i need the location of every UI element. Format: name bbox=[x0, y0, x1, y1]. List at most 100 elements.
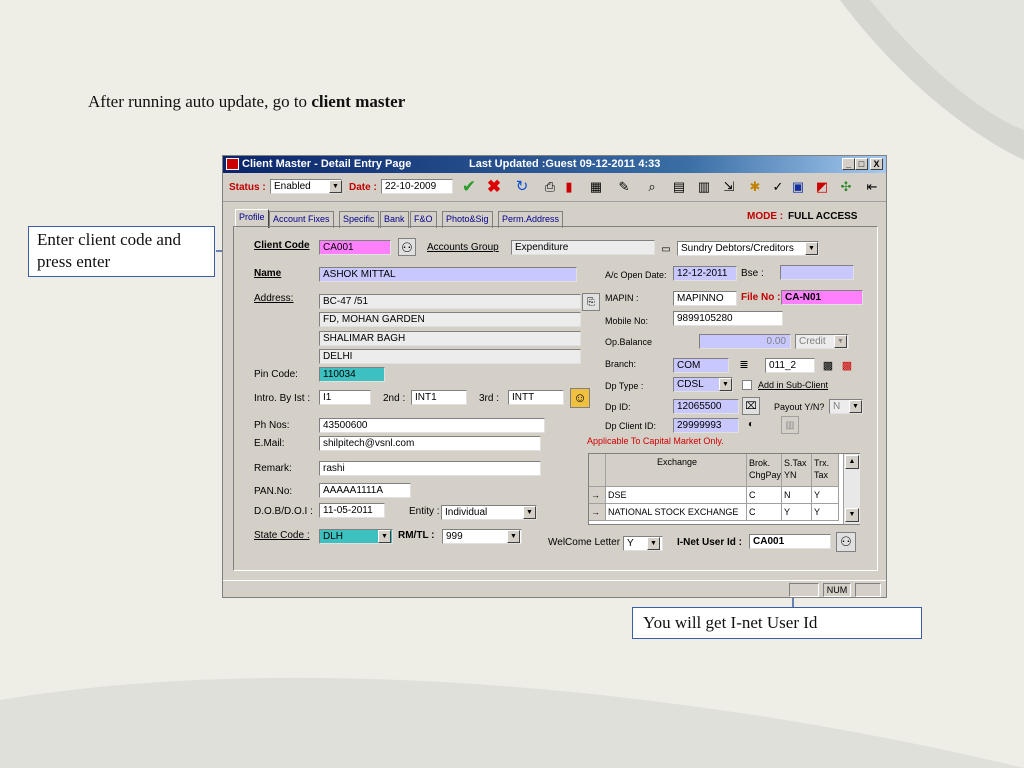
intro-1-input[interactable]: I1 bbox=[319, 390, 371, 405]
toolbar: Status : Enabled ▼ Date : 22-10-2009 ✔ ✖… bbox=[223, 174, 886, 202]
file-no-input[interactable]: CA-N01 bbox=[781, 290, 863, 305]
table-row-2-exchange[interactable]: NATIONAL STOCK EXCHANGE bbox=[606, 504, 747, 521]
branch-code-input[interactable]: 011_2 bbox=[765, 358, 815, 373]
scroll-down-icon[interactable]: ▼ bbox=[845, 508, 859, 522]
pin-label: Pin Code: bbox=[254, 369, 298, 380]
dp-client-id-label: Dp Client ID: bbox=[605, 421, 657, 431]
ph-input[interactable]: 43500600 bbox=[319, 418, 545, 433]
state-dropdown-icon[interactable]: ▼ bbox=[378, 530, 391, 543]
branch-input[interactable]: COM bbox=[673, 358, 729, 373]
scroll-up-icon[interactable]: ▲ bbox=[845, 455, 859, 469]
minimize-button[interactable]: _ bbox=[842, 158, 855, 170]
edit-icon[interactable]: ✎ bbox=[615, 178, 633, 196]
remark-input[interactable]: rashi bbox=[319, 461, 541, 476]
lookup-icon[interactable]: ⚇ bbox=[398, 238, 416, 256]
intro-3-input[interactable]: INTT bbox=[508, 390, 564, 405]
address-line-3[interactable]: SHALIMAR BAGH bbox=[319, 331, 581, 346]
remark-label: Remark: bbox=[254, 463, 292, 474]
opbal-input[interactable]: 0.00 bbox=[699, 334, 791, 349]
welcome-dropdown-icon[interactable]: ▼ bbox=[647, 537, 660, 550]
name-input[interactable]: ASHOK MITTAL bbox=[319, 267, 577, 282]
chart-icon[interactable]: ▣ bbox=[789, 178, 807, 196]
intro-2-input[interactable]: INT1 bbox=[411, 390, 467, 405]
tools-icon[interactable]: ✱ bbox=[746, 178, 764, 196]
window-title: Client Master - Detail Entry Page bbox=[242, 158, 412, 170]
state-code-label: State Code : bbox=[254, 530, 310, 541]
branch-tool-icon-1[interactable]: ▩ bbox=[819, 357, 837, 375]
pan-input[interactable]: AAAAA1111A bbox=[319, 483, 411, 498]
address-line-1[interactable]: BC-47 /51 bbox=[319, 294, 581, 309]
save-check-icon[interactable]: ✔ bbox=[460, 178, 478, 196]
refresh-icon[interactable]: ↻ bbox=[513, 178, 531, 196]
group-lookup-icon[interactable]: ▭ bbox=[657, 241, 675, 259]
maximize-button[interactable]: □ bbox=[855, 158, 868, 170]
note-icon[interactable]: ◩ bbox=[813, 178, 831, 196]
copy-address-icon[interactable]: ⎘ bbox=[582, 293, 600, 311]
branch-tool-icon-2[interactable]: ▩ bbox=[838, 357, 856, 375]
disabled-tool-icon[interactable]: ▥ bbox=[781, 416, 799, 434]
payout-dropdown-icon[interactable]: ▼ bbox=[849, 400, 862, 413]
address-label: Address: bbox=[254, 293, 294, 304]
address-line-2[interactable]: FD, MOHAN GARDEN bbox=[319, 312, 581, 327]
date-field[interactable]: 22-10-2009 bbox=[381, 179, 453, 194]
rmtl-dropdown-icon[interactable]: ▼ bbox=[507, 530, 520, 543]
branch-list-icon[interactable]: ≣ bbox=[735, 356, 753, 374]
export-icon[interactable]: ⇲ bbox=[720, 178, 738, 196]
ph-label: Ph Nos: bbox=[254, 420, 290, 431]
cancel-x-icon[interactable]: ✖ bbox=[485, 178, 503, 196]
credit-dropdown-icon[interactable]: ▼ bbox=[834, 335, 847, 348]
intro-2-label: 2nd : bbox=[383, 393, 406, 404]
print-icon[interactable]: ⎙ bbox=[541, 178, 559, 196]
accounts-group-label: Accounts Group bbox=[427, 242, 499, 253]
delete-icon[interactable]: ▮ bbox=[560, 178, 578, 196]
network-icon[interactable]: ✣ bbox=[837, 178, 855, 196]
email-input[interactable]: shilpitech@vsnl.com bbox=[319, 436, 541, 451]
sundry-select[interactable]: Sundry Debtors/Creditors bbox=[677, 241, 819, 256]
table-row-1-stax[interactable]: N bbox=[782, 487, 812, 504]
table-row-1-trx[interactable]: Y bbox=[812, 487, 839, 504]
row-2-pointer: → bbox=[589, 504, 606, 521]
table-row-1-brok[interactable]: C bbox=[747, 487, 782, 504]
mapin-input[interactable]: MAPINNO bbox=[673, 291, 737, 306]
approve-icon[interactable]: ✓ bbox=[769, 178, 787, 196]
introducer-icon[interactable]: ☺ bbox=[570, 388, 590, 408]
pin-input[interactable]: 110034 bbox=[319, 367, 385, 382]
client-code-label: Client Code bbox=[254, 240, 310, 251]
entity-dropdown-icon[interactable]: ▼ bbox=[523, 506, 536, 519]
address-line-4[interactable]: DELHI bbox=[319, 349, 581, 364]
dp-id-label: Dp ID: bbox=[605, 402, 631, 412]
dp-id-icon[interactable]: ⌧ bbox=[742, 397, 760, 415]
status-dropdown-icon[interactable]: ▼ bbox=[329, 180, 342, 193]
client-code-input[interactable]: CA001 bbox=[319, 240, 391, 255]
dp-client-icon[interactable]: ◐ bbox=[742, 416, 760, 434]
preview-icon[interactable]: ⌕ bbox=[643, 178, 661, 196]
dob-input[interactable]: 11-05-2011 bbox=[319, 503, 385, 518]
bse-input[interactable] bbox=[780, 265, 854, 280]
table-row-2-stax[interactable]: Y bbox=[782, 504, 812, 521]
mobile-input[interactable]: 9899105280 bbox=[673, 311, 783, 326]
entity-label: Entity : bbox=[409, 506, 440, 517]
exit-icon[interactable]: ⇤ bbox=[863, 178, 881, 196]
report-icon[interactable]: ▤ bbox=[670, 178, 688, 196]
dp-type-dropdown-icon[interactable]: ▼ bbox=[719, 378, 732, 391]
inet-user-icon[interactable]: ⚇ bbox=[836, 532, 856, 552]
close-button[interactable]: X bbox=[870, 158, 883, 170]
calculator-icon[interactable]: ▦ bbox=[587, 178, 605, 196]
intro-label: Intro. By Ist : bbox=[254, 393, 311, 404]
dp-client-id-input[interactable]: 29999993 bbox=[673, 418, 739, 433]
grid-scrollbar[interactable]: ▲ ▼ bbox=[843, 454, 860, 524]
add-sub-client-checkbox[interactable] bbox=[742, 380, 752, 390]
inet-user-id-field[interactable]: CA001 bbox=[749, 534, 831, 549]
dp-id-input[interactable]: 12065500 bbox=[673, 399, 739, 414]
open-date-input[interactable]: 12-12-2011 bbox=[673, 266, 737, 281]
table-row-1-exchange[interactable]: DSE bbox=[606, 487, 747, 504]
table-row-2-brok[interactable]: C bbox=[747, 504, 782, 521]
accounts-group-field[interactable]: Expenditure bbox=[511, 240, 655, 255]
sundry-dropdown-icon[interactable]: ▼ bbox=[805, 242, 818, 255]
grid-header-exchange: Exchange bbox=[606, 454, 747, 487]
books-icon[interactable]: ▥ bbox=[695, 178, 713, 196]
table-row-2-trx[interactable]: Y bbox=[812, 504, 839, 521]
email-label: E.Mail: bbox=[254, 438, 285, 449]
last-updated: Last Updated :Guest 09-12-2011 4:33 bbox=[469, 158, 661, 170]
name-label: Name bbox=[254, 268, 282, 279]
